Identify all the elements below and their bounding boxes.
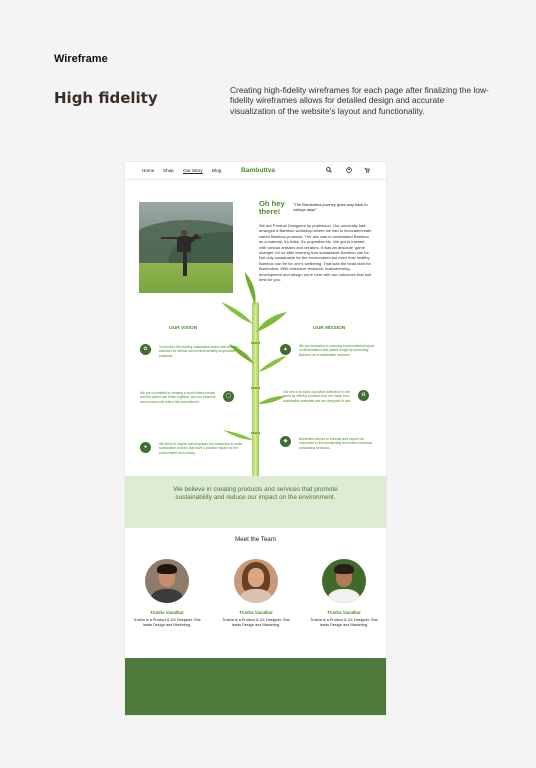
member-bio: Trusha is a Product & UX Designer. She l… [222, 618, 290, 628]
website-mockup: Home Shop Our Story Blog Bambuttva Oh he… [125, 162, 386, 715]
team-member-card: Trusha Vasulkar Trusha is a Product & UX… [221, 559, 291, 628]
nav-link-shop[interactable]: Shop [163, 168, 174, 173]
team-member-card: Trusha Vasulkar Trusha is a Product & UX… [309, 559, 379, 628]
team-title: Meet the Team [235, 536, 276, 543]
member-bio: Trusha is a Product & UX Designer. She l… [310, 618, 378, 628]
globe-icon: ◯ [223, 391, 234, 402]
section-title: High fidelity [54, 89, 158, 107]
avatar [322, 559, 366, 603]
section-description: Creating high-fidelity wireframes for ea… [230, 85, 489, 116]
nav-link-blog[interactable]: Blog [212, 168, 221, 173]
vision-title: OUR VISION [169, 326, 198, 331]
nav-link-our-story[interactable]: Our Story [183, 168, 203, 173]
vision-item: We are committed to creating a world whe… [140, 391, 216, 404]
leaf-icon: ✿ [140, 344, 151, 355]
member-bio: Trusha is a Product & UX Designer. She l… [133, 618, 201, 628]
mission-item: We are dedicated to reducing environment… [299, 344, 375, 357]
recycle-icon: ♻ [358, 390, 369, 401]
tree-icon: ▲ [280, 344, 291, 355]
user-icon[interactable] [346, 167, 352, 175]
cart-icon[interactable] [364, 167, 370, 175]
banner-text: We believe in creating products and serv… [173, 486, 338, 502]
brand-logo[interactable]: Bambuttva [241, 167, 275, 174]
wireframe-label: Wireframe [54, 53, 108, 65]
vision-item: To become the leading sustainable brand … [159, 345, 238, 358]
people-icon: ● [140, 442, 151, 453]
member-name: Trusha Vasulkar [239, 610, 273, 615]
nav-link-home[interactable]: Home [142, 168, 154, 173]
hero-greeting: Oh hey there! [259, 199, 285, 216]
member-name: Trusha Vasulkar [327, 610, 361, 615]
values-banner: We believe in creating products and serv… [125, 476, 386, 528]
site-footer [125, 658, 386, 715]
avatar [145, 559, 189, 603]
mission-item: Bambuttva strives to educate and inspire… [299, 437, 373, 450]
team-member-card: Trusha Vasulkar Trusha is a Product & UX… [132, 559, 202, 628]
hero-quote: "The Bambuttva journey goes way back in … [293, 202, 368, 213]
vision-item: We strive to inspire and empower our cus… [159, 442, 243, 455]
hands-icon: ◆ [280, 436, 291, 447]
avatar [234, 559, 278, 603]
search-icon[interactable] [326, 167, 332, 175]
site-nav: Home Shop Our Story Blog Bambuttva [125, 162, 386, 180]
member-name: Trusha Vasulkar [150, 610, 184, 615]
mission-item: Our aim is to make a positive difference… [283, 390, 351, 403]
mission-title: OUR MISSION [313, 326, 346, 331]
